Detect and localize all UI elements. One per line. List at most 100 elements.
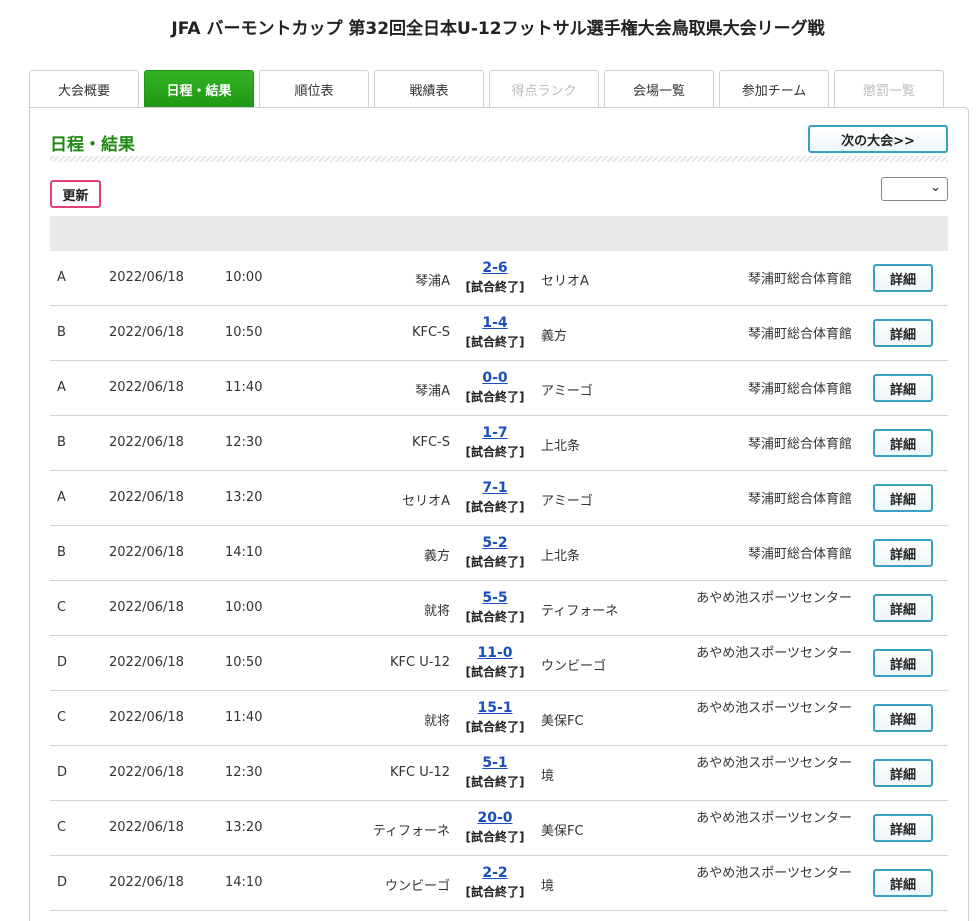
venue-name: あやめ池スポーツセンター xyxy=(696,646,852,661)
score-link[interactable]: 20-0 xyxy=(460,809,530,828)
home-team: ティフォーネ xyxy=(372,824,450,839)
detail-button[interactable]: 詳細 xyxy=(873,649,933,677)
score-link[interactable]: 11-0 xyxy=(460,644,530,663)
match-time: 12:30 xyxy=(225,765,263,780)
match-row: B 2022/06/18 12:30 KFC-S 1-7 [試合終了] 上北条 琴浦町総合体育… xyxy=(50,416,948,471)
match-date: 2022/06/18 xyxy=(109,765,184,780)
match-row: A 2022/06/18 13:20 セリオA 7-1 [試合終了] アミーゴ 琴浦町総合体育… xyxy=(50,471,948,526)
away-team: 境 xyxy=(541,769,555,784)
match-date: 2022/06/18 xyxy=(109,600,184,615)
detail-button[interactable]: 詳細 xyxy=(873,759,933,787)
score-cell: 11-0 [試合終了] xyxy=(460,644,530,682)
score-link[interactable]: 1-4 xyxy=(460,314,530,333)
tab-item[interactable]: 大会概要 xyxy=(29,70,139,108)
score-cell: 0-0 [試合終了] xyxy=(460,369,530,407)
tab-item: 得点ランク xyxy=(489,70,599,108)
tab-item[interactable]: 参加チーム xyxy=(719,70,829,108)
match-time: 10:50 xyxy=(225,655,263,670)
match-date: 2022/06/18 xyxy=(109,435,184,450)
score-link[interactable]: 15-1 xyxy=(460,699,530,718)
tab-item[interactable]: 戦績表 xyxy=(374,70,484,108)
group-label: B xyxy=(57,325,66,340)
refresh-button[interactable]: 更新 xyxy=(50,180,101,208)
group-label: C xyxy=(57,820,67,835)
match-time: 10:00 xyxy=(225,600,263,615)
match-time: 10:50 xyxy=(225,325,263,340)
score-cell: 7-1 [試合終了] xyxy=(460,479,530,517)
match-row: D 2022/06/18 12:30 KFC U-12 5-1 [試合終了] 境 あやめ池スポ… xyxy=(50,746,948,801)
match-status: [試合終了] xyxy=(465,830,525,844)
score-cell: 1-7 [試合終了] xyxy=(460,424,530,462)
score-cell: 1-4 [試合終了] xyxy=(460,314,530,352)
filter-select[interactable]: ⌄ xyxy=(881,177,948,201)
away-team: 美保FC xyxy=(541,714,584,729)
score-link[interactable]: 5-2 xyxy=(460,534,530,553)
match-status: [試合終了] xyxy=(465,335,525,349)
venue-name: あやめ池スポーツセンター xyxy=(696,811,852,826)
group-label: D xyxy=(57,765,68,780)
score-link[interactable]: 0-0 xyxy=(460,369,530,388)
match-time: 13:20 xyxy=(225,820,263,835)
match-time: 14:10 xyxy=(225,875,263,890)
detail-button[interactable]: 詳細 xyxy=(873,704,933,732)
home-team: セリオA xyxy=(402,494,450,509)
match-status: [試合終了] xyxy=(465,720,525,734)
score-link[interactable]: 1-7 xyxy=(460,424,530,443)
score-cell: 2-2 [試合終了] xyxy=(460,864,530,902)
match-status: [試合終了] xyxy=(465,390,525,404)
match-status: [試合終了] xyxy=(465,885,525,899)
score-cell: 5-1 [試合終了] xyxy=(460,754,530,792)
match-time: 12:30 xyxy=(225,435,263,450)
detail-button[interactable]: 詳細 xyxy=(873,814,933,842)
score-link[interactable]: 5-5 xyxy=(460,589,530,608)
venue-name: 琴浦町総合体育館 xyxy=(747,547,852,562)
group-label: D xyxy=(57,655,68,670)
detail-button[interactable]: 詳細 xyxy=(873,539,933,567)
match-date: 2022/06/18 xyxy=(109,270,184,285)
group-label: A xyxy=(57,490,66,505)
score-link[interactable]: 2-6 xyxy=(460,259,530,278)
match-time: 11:40 xyxy=(225,710,263,725)
score-link[interactable]: 7-1 xyxy=(460,479,530,498)
match-date: 2022/06/18 xyxy=(109,490,184,505)
tab-item[interactable]: 日程・結果 xyxy=(144,70,254,108)
match-date: 2022/06/18 xyxy=(109,380,184,395)
match-row: C 2022/06/18 13:20 ティフォーネ 20-0 [試合終了] 美保FC あやめ池… xyxy=(50,801,948,856)
away-team: 上北条 xyxy=(541,439,581,454)
tab-item[interactable]: 順位表 xyxy=(259,70,369,108)
group-label: D xyxy=(57,875,68,890)
match-status: [試合終了] xyxy=(465,280,525,294)
away-team: ティフォーネ xyxy=(541,604,619,619)
detail-button[interactable]: 詳細 xyxy=(873,264,933,292)
match-status: [試合終了] xyxy=(465,445,525,459)
detail-button[interactable]: 詳細 xyxy=(873,374,933,402)
tab-item[interactable]: 会場一覧 xyxy=(604,70,714,108)
match-date: 2022/06/18 xyxy=(109,325,184,340)
detail-button[interactable]: 詳細 xyxy=(873,869,933,897)
tab-item: 懲罰一覧 xyxy=(834,70,944,108)
detail-button[interactable]: 詳細 xyxy=(873,319,933,347)
venue-name: あやめ池スポーツセンター xyxy=(696,591,852,606)
home-team: KFC U-12 xyxy=(390,765,450,780)
score-link[interactable]: 2-2 xyxy=(460,864,530,883)
match-time: 10:00 xyxy=(225,270,263,285)
detail-button[interactable]: 詳細 xyxy=(873,484,933,512)
match-time: 13:20 xyxy=(225,490,263,505)
match-row: C 2022/06/18 11:40 就将 15-1 [試合終了] 美保FC あやめ池スポーツ… xyxy=(50,691,948,746)
match-date: 2022/06/18 xyxy=(109,710,184,725)
venue-name: 琴浦町総合体育館 xyxy=(747,492,852,507)
home-team: KFC U-12 xyxy=(390,655,450,670)
away-team: ウンビーゴ xyxy=(541,659,607,674)
detail-button[interactable]: 詳細 xyxy=(873,429,933,457)
venue-name: あやめ池スポーツセンター xyxy=(696,701,852,716)
match-row: B 2022/06/18 14:10 義方 5-2 [試合終了] 上北条 琴浦町総合体育館 詳細 xyxy=(50,526,948,581)
venue-name: 琴浦町総合体育館 xyxy=(747,382,852,397)
venue-name: 琴浦町総合体育館 xyxy=(747,437,852,452)
detail-button[interactable]: 詳細 xyxy=(873,594,933,622)
away-team: セリオA xyxy=(541,274,589,289)
match-row: B 2022/06/18 10:50 KFC-S 1-4 [試合終了] 義方 琴浦町総合体育館… xyxy=(50,306,948,361)
next-tournament-button[interactable]: 次の大会>> xyxy=(808,125,948,153)
home-team: KFC-S xyxy=(411,325,450,340)
venue-name: 琴浦町総合体育館 xyxy=(747,327,852,342)
score-link[interactable]: 5-1 xyxy=(460,754,530,773)
